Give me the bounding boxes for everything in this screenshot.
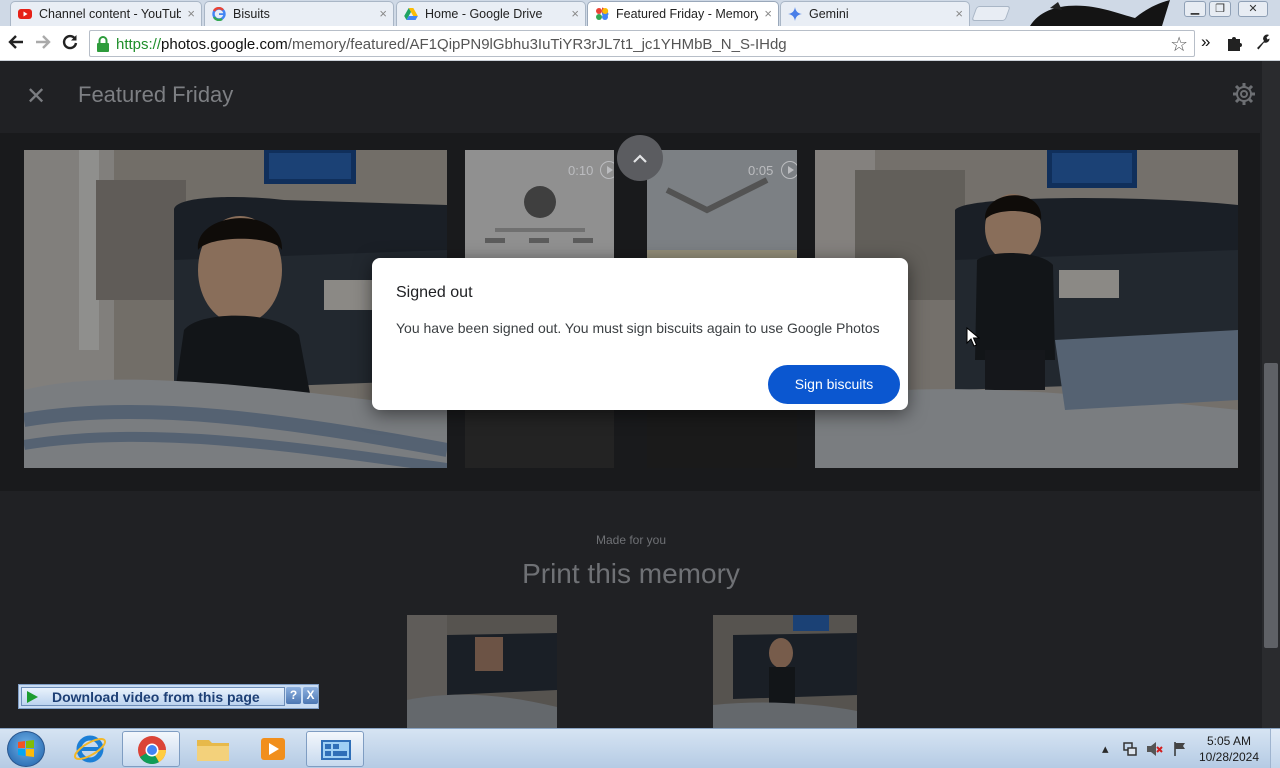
scroll-up-button[interactable] — [617, 135, 663, 181]
forward-arrow-icon — [36, 35, 51, 49]
print-thumbnail-1[interactable] — [407, 615, 557, 728]
new-tab-button[interactable] — [971, 6, 1011, 21]
url-text: https://photos.google.com/memory/feature… — [116, 36, 787, 53]
media-player-icon — [261, 738, 285, 760]
taskbar-chrome[interactable] — [122, 731, 180, 767]
tab-close-icon[interactable]: × — [955, 6, 963, 21]
video-duration: 0:10 — [568, 163, 594, 178]
tab-label: Channel content - YouTube — [39, 7, 181, 21]
tab-strip: Channel content - YouTube × Bisuits × Ho… — [0, 0, 1280, 26]
download-close-button[interactable]: X — [303, 687, 318, 704]
drive-icon — [404, 8, 418, 20]
taskbar-file-explorer[interactable] — [184, 731, 242, 767]
gear-icon[interactable] — [1232, 82, 1256, 106]
tab-close-icon[interactable]: × — [571, 6, 579, 21]
tab-bisuits[interactable]: Bisuits × — [204, 1, 394, 26]
tab-label: Featured Friday - Memory — [616, 7, 758, 21]
action-center-flag-icon[interactable] — [1172, 741, 1188, 757]
signed-out-dialog: Signed out You have been signed out. You… — [372, 258, 908, 410]
screen: Channel content - YouTube × Bisuits × Ho… — [0, 0, 1280, 768]
close-memory-icon[interactable]: ✕ — [26, 82, 46, 111]
tray-expand-icon[interactable]: ▴ — [1102, 741, 1109, 757]
internet-explorer-icon — [73, 735, 107, 763]
tab-label: Gemini — [809, 7, 849, 21]
bookmark-star-icon[interactable]: ☆ — [1170, 32, 1188, 57]
windows-taskbar: ▴ 5:05 AM 10/28/2024 — [0, 728, 1280, 768]
thumbnail-dim-overlay — [713, 615, 857, 728]
back-arrow-icon — [8, 35, 23, 49]
system-clock[interactable]: 5:05 AM 10/28/2024 — [1194, 733, 1264, 765]
mouse-cursor-icon — [966, 327, 980, 347]
windows-logo-icon — [18, 740, 34, 757]
extensions-puzzle-icon[interactable] — [1226, 34, 1244, 52]
tab-close-icon[interactable]: × — [379, 6, 387, 21]
close-window-button[interactable]: ✕ — [1238, 1, 1268, 17]
more-chevrons-icon[interactable]: » — [1201, 32, 1210, 52]
video-duration: 0:05 — [748, 163, 774, 178]
browser-toolbar: https://photos.google.com/memory/feature… — [0, 26, 1280, 61]
file-explorer-icon — [197, 740, 229, 761]
gemini-icon — [788, 7, 802, 21]
download-video-label: Download video from this page — [52, 689, 260, 705]
forward-button[interactable] — [33, 33, 53, 53]
address-bar[interactable]: https://photos.google.com/memory/feature… — [89, 30, 1195, 57]
taskbar-media-player[interactable] — [244, 731, 302, 767]
clock-time: 5:05 AM — [1206, 734, 1252, 748]
maximize-button[interactable]: ❐ — [1209, 1, 1231, 17]
scrollbar-thumb[interactable] — [1264, 363, 1278, 648]
show-desktop-button[interactable] — [1270, 729, 1280, 768]
control-panel-icon — [321, 740, 351, 760]
made-for-you-label: Made for you — [595, 533, 667, 547]
start-button[interactable] — [7, 731, 45, 767]
thumbnail-dim-overlay — [407, 615, 557, 728]
url-path: /memory/featured/AF1QipPN9lGbhu3IuTiYR3r… — [287, 36, 787, 53]
download-video-button[interactable]: Download video from this page — [21, 687, 285, 706]
reload-button[interactable] — [60, 33, 80, 53]
play-circle-icon — [600, 161, 614, 179]
chrome-icon — [138, 736, 166, 764]
url-host: photos.google.com — [161, 36, 288, 53]
lock-icon — [97, 36, 109, 52]
tab-google-drive[interactable]: Home - Google Drive × — [396, 1, 586, 26]
youtube-icon — [18, 9, 32, 19]
wrench-icon[interactable] — [1254, 33, 1272, 51]
url-scheme: https:// — [116, 36, 162, 53]
print-thumbnail-2[interactable] — [713, 615, 857, 728]
sign-in-button[interactable]: Sign biscuits — [768, 365, 900, 404]
play-circle-icon — [781, 161, 797, 179]
tab-featured-friday[interactable]: Featured Friday - Memory × — [587, 1, 779, 26]
reload-icon — [62, 34, 78, 50]
download-helper-bar: Download video from this page ? X — [18, 684, 319, 709]
tab-label: Bisuits — [233, 7, 270, 21]
taskbar-internet-explorer[interactable] — [62, 731, 120, 767]
tab-close-icon[interactable]: × — [764, 6, 772, 21]
page-scrollbar[interactable] — [1262, 61, 1280, 728]
page-title: Featured Friday — [78, 82, 234, 107]
print-memory-heading: Print this memory — [522, 558, 740, 589]
taskbar-control-panel[interactable] — [306, 731, 364, 767]
cat-decoration-image — [1030, 0, 1170, 26]
download-help-button[interactable]: ? — [286, 687, 301, 704]
tab-label: Home - Google Drive — [425, 7, 543, 21]
play-triangle-icon — [27, 691, 38, 703]
volume-muted-icon[interactable] — [1146, 741, 1164, 757]
back-button[interactable] — [6, 33, 26, 53]
tab-youtube[interactable]: Channel content - YouTube × — [10, 1, 202, 26]
minimize-button[interactable]: ▁ — [1184, 1, 1206, 17]
dialog-title: Signed out — [396, 284, 473, 301]
network-icon[interactable] — [1122, 741, 1138, 757]
google-icon — [212, 7, 226, 21]
tab-gemini[interactable]: Gemini × — [780, 1, 970, 26]
photos-icon — [596, 7, 609, 20]
chevron-up-icon — [633, 154, 647, 163]
tab-close-icon[interactable]: × — [187, 6, 195, 21]
clock-date: 10/28/2024 — [1198, 750, 1260, 764]
dialog-message: You have been signed out. You must sign … — [396, 320, 880, 336]
